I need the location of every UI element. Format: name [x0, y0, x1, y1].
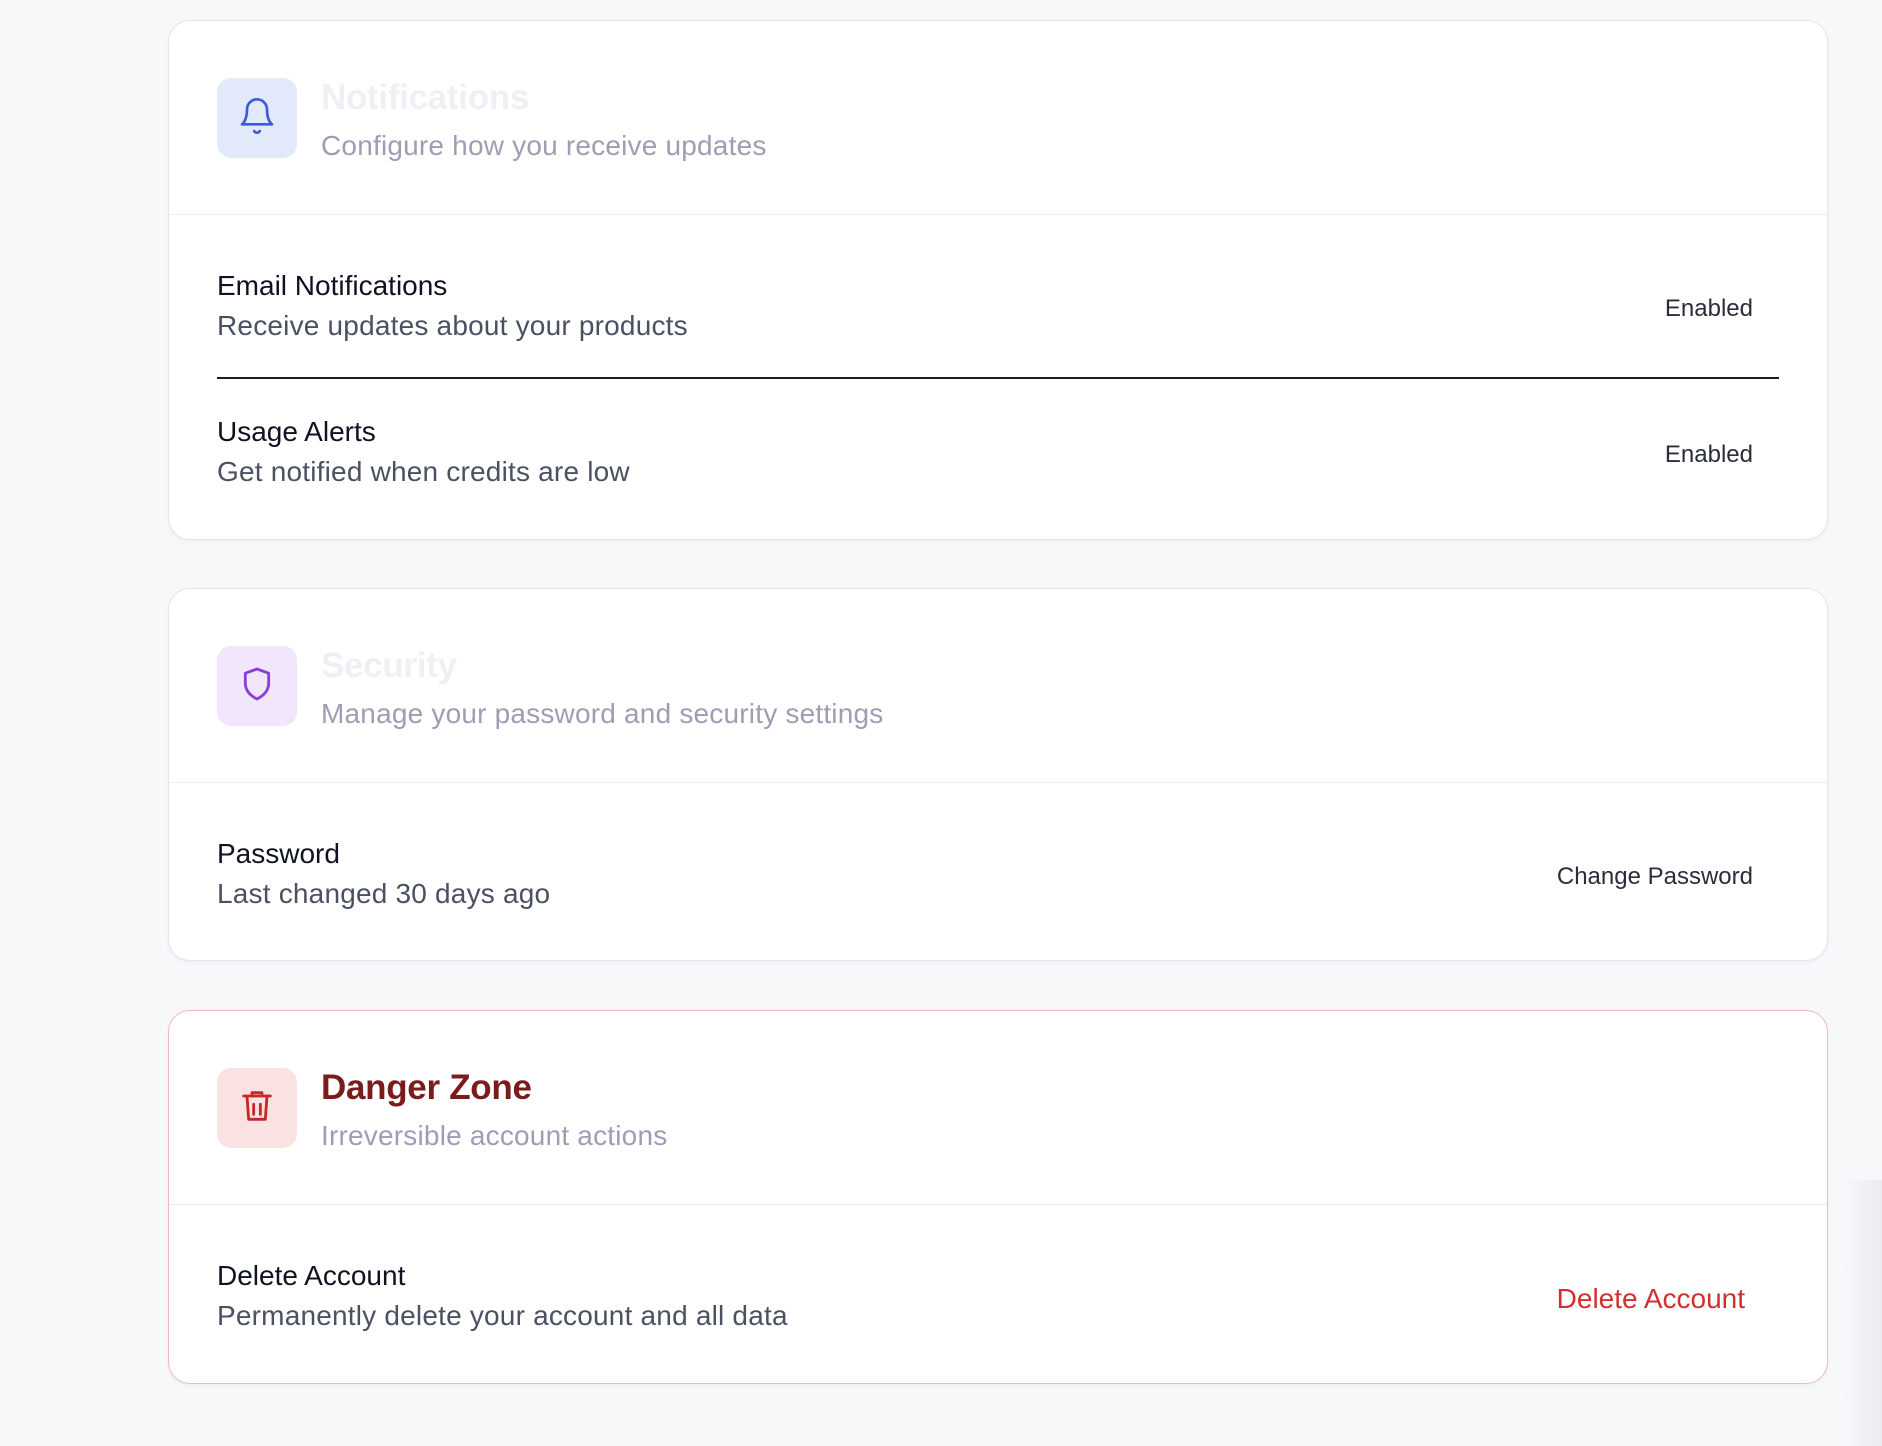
security-header: Security Manage your password and securi… [169, 589, 1827, 783]
delete-account-button[interactable]: Delete Account [1557, 1279, 1745, 1319]
email-notifications-toggle[interactable]: Enabled [1665, 289, 1753, 329]
usage-alerts-row: Usage Alerts Get notified when credits a… [217, 415, 1779, 505]
delete-account-title: Delete Account [217, 1260, 406, 1291]
usage-alerts-title: Usage Alerts [217, 416, 376, 447]
security-card: Security Manage your password and securi… [168, 588, 1828, 961]
email-notifications-row: Email Notifications Receive updates abou… [217, 269, 1779, 359]
delete-account-row: Delete Account Permanently delete your a… [217, 1259, 1779, 1349]
security-icon-tile [217, 646, 297, 726]
usage-alerts-toggle[interactable]: Enabled [1665, 435, 1753, 475]
notifications-title: Notifications [321, 78, 530, 117]
danger-zone-title: Danger Zone [321, 1068, 532, 1107]
email-notifications-description: Receive updates about your products [217, 310, 688, 341]
password-title: Password [217, 838, 340, 869]
change-password-button[interactable]: Change Password [1557, 857, 1753, 897]
shield-icon [237, 664, 277, 709]
usage-alerts-description: Get notified when credits are low [217, 456, 630, 487]
notifications-subtitle: Configure how you receive updates [321, 130, 767, 161]
password-description: Last changed 30 days ago [217, 878, 551, 909]
row-divider [217, 377, 1779, 379]
danger-zone-header: Danger Zone Irreversible account actions [169, 1011, 1827, 1205]
notifications-header: Notifications Configure how you receive … [169, 21, 1827, 215]
bell-icon [237, 96, 277, 141]
delete-account-description: Permanently delete your account and all … [217, 1300, 788, 1331]
email-notifications-title: Email Notifications [217, 270, 448, 301]
scroll-edge-shadow [1842, 1180, 1882, 1446]
trash-icon [237, 1086, 277, 1131]
notifications-card: Notifications Configure how you receive … [168, 20, 1828, 540]
danger-zone-subtitle: Irreversible account actions [321, 1120, 668, 1151]
security-title: Security [321, 646, 457, 685]
security-subtitle: Manage your password and security settin… [321, 698, 884, 729]
notifications-icon-tile [217, 78, 297, 158]
password-row: Password Last changed 30 days ago Change… [217, 837, 1779, 927]
danger-zone-icon-tile [217, 1068, 297, 1148]
danger-zone-card: Danger Zone Irreversible account actions… [168, 1010, 1828, 1384]
